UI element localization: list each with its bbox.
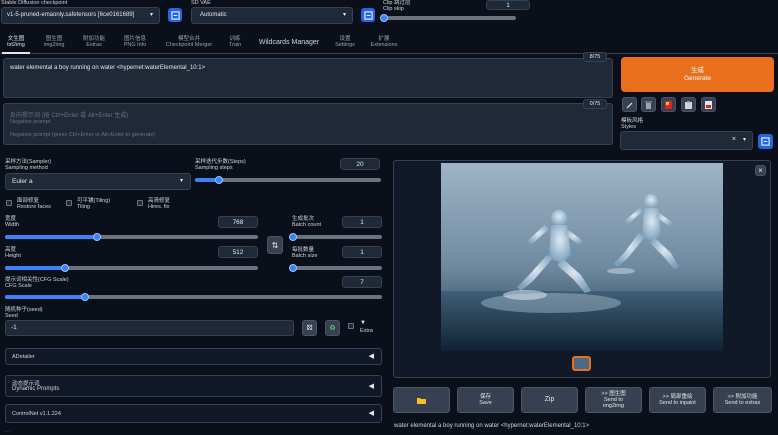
checkpoint-value: v1-5-pruned-emaonly.safetensors [6ce0161… <box>7 12 135 18</box>
prompt-text: water elemental a boy running on water <… <box>10 65 206 71</box>
seed-input[interactable]: -1 <box>5 320 294 336</box>
generate-label-cn: 生成 <box>691 67 704 74</box>
send-to-extras-button[interactable]: >> 附加功能 Send to extras <box>713 387 772 413</box>
main-tabs: 文生图 txt2img 图生图 img2img 附加功能 Extras 图片信息 PNG… <box>0 36 400 54</box>
tab-extras[interactable]: 附加功能 Extras <box>80 36 108 49</box>
batch-size-label: Batch size <box>292 253 318 259</box>
styles-select[interactable]: × ▾ <box>620 131 753 150</box>
generate-button[interactable]: 生成 Generate <box>621 57 774 92</box>
width-label: Width <box>5 222 20 228</box>
steps-label: Sampling steps <box>195 165 233 171</box>
clip-label: Clip skip <box>383 6 404 12</box>
tab-png-info[interactable]: 图片信息 PNG Info <box>120 36 150 49</box>
zip-button[interactable]: Zip <box>521 387 578 413</box>
clipboard-icon[interactable] <box>681 97 696 112</box>
seed-label: Seed <box>5 313 18 319</box>
generated-image[interactable] <box>441 163 723 351</box>
tab-train[interactable]: 训练 Train <box>224 36 246 49</box>
chevron-down-icon: ▾ <box>742 137 746 143</box>
send-to-img2img-button[interactable]: >> 图生图 Send to img2img <box>585 387 642 413</box>
negative-placeholder-en2: Negative prompt (press Ctrl+Enter or Alt… <box>10 132 156 138</box>
vae-value: Automatic <box>200 12 227 18</box>
cfg-slider[interactable] <box>5 293 382 301</box>
open-folder-button[interactable] <box>393 387 450 413</box>
collapse-arrow-icon: ◀ <box>368 383 374 390</box>
cfg-input[interactable]: 7 <box>342 276 382 288</box>
tab-divider <box>0 53 778 54</box>
ellipsis: ··· <box>5 429 11 435</box>
checkpoint-label: Stable Diffusion checkpoint <box>1 0 68 6</box>
close-icon[interactable]: × <box>755 165 766 176</box>
caret-down-icon: ▼ <box>360 320 366 326</box>
negative-placeholder-en1: Negative prompt <box>10 119 51 125</box>
negative-placeholder-cn: 反向提示词 (按 Ctrl+Enter 或 Alt+Enter 生成) <box>10 113 129 119</box>
prompt-textarea[interactable]: water elemental a boy running on water <… <box>3 58 613 98</box>
tab-img2img[interactable]: 图生图 img2img <box>40 36 68 49</box>
gallery-thumbnail[interactable] <box>572 356 591 371</box>
height-input[interactable]: 512 <box>218 246 258 258</box>
batch-size-input[interactable]: 1 <box>342 246 382 258</box>
steps-slider[interactable] <box>195 176 381 184</box>
prompt-token-count: 8/75 <box>583 52 607 62</box>
extra-networks-icon[interactable] <box>661 97 676 112</box>
negative-token-count: 0/75 <box>583 99 607 109</box>
vae-label: SD VAE <box>191 0 211 6</box>
height-label: Height <box>5 253 21 259</box>
tab-extensions[interactable]: 扩展 Extensions <box>368 36 400 49</box>
chevron-down-icon: ▾ <box>149 12 153 18</box>
tab-checkpoint-merger[interactable]: 模型合并 Checkpoint Merger <box>160 36 218 49</box>
negative-prompt-textarea[interactable]: 反向提示词 (按 Ctrl+Enter 或 Alt+Enter 生成) Nega… <box>3 103 613 145</box>
collapse-arrow-icon: ◀ <box>368 353 374 360</box>
clear-styles-icon[interactable]: × <box>732 136 736 143</box>
save-button[interactable]: 保存 Save <box>457 387 514 413</box>
chevron-down-icon: ▾ <box>342 12 346 18</box>
trash-icon[interactable] <box>641 97 656 112</box>
chevron-down-icon: ▾ <box>179 178 183 184</box>
refresh-icon[interactable] <box>168 8 182 22</box>
batch-size-slider[interactable] <box>289 264 382 272</box>
refresh-styles-icon[interactable] <box>758 134 773 149</box>
batch-count-label: Batch count <box>292 222 322 228</box>
generate-label-en: Generate <box>683 74 712 82</box>
width-slider[interactable] <box>5 233 258 241</box>
read-params-icon[interactable] <box>622 97 637 112</box>
collapse-arrow-icon: ◀ <box>368 410 374 417</box>
save-style-icon[interactable] <box>701 97 716 112</box>
sampler-value: Euler a <box>12 178 33 185</box>
cfg-label: CFG Scale <box>5 283 32 289</box>
checkpoint-select[interactable]: v1-5-pruned-emaonly.safetensors [6ce0161… <box>1 7 160 24</box>
clip-skip-slider[interactable] <box>380 14 516 22</box>
batch-count-slider[interactable] <box>289 233 382 241</box>
tab-settings[interactable]: 设置 Settings <box>332 36 358 49</box>
tab-wildcards-manager[interactable]: Wildcards Manager <box>254 39 324 47</box>
dynamic-prompts-accordion[interactable]: 动态提示词 Dynamic Prompts ◀ <box>5 375 382 397</box>
generation-caption: water elemental a boy running on water <… <box>394 423 590 429</box>
swap-dimensions-icon[interactable]: ⇅ <box>267 236 283 254</box>
seed-value: -1 <box>11 324 17 331</box>
styles-label: Styles <box>621 124 636 130</box>
height-slider[interactable] <box>5 264 258 272</box>
random-seed-dice-icon[interactable]: ⚄ <box>302 320 317 336</box>
tab-txt2img[interactable]: 文生图 txt2img <box>2 36 30 49</box>
vae-select[interactable]: Automatic ▾ <box>191 7 353 24</box>
controlnet-accordion[interactable]: ControlNet v1.1.224 ◀ <box>5 404 382 423</box>
folder-icon <box>417 397 426 404</box>
width-input[interactable]: 768 <box>218 216 258 228</box>
sampler-label: Sampling method <box>5 165 48 171</box>
adetailer-accordion[interactable]: ADetailer ◀ <box>5 348 382 365</box>
refresh-icon[interactable] <box>361 8 375 22</box>
batch-count-input[interactable]: 1 <box>342 216 382 228</box>
sampler-select[interactable]: Euler a ▾ <box>5 173 191 190</box>
send-to-inpaint-button[interactable]: >> 局部重绘 Send to inpaint <box>649 387 706 413</box>
tab-active-indicator <box>2 52 30 54</box>
steps-input[interactable]: 20 <box>340 158 380 170</box>
clip-skip-input[interactable]: 1 <box>486 0 530 10</box>
reuse-seed-recycle-icon[interactable]: ♻ <box>325 320 340 336</box>
